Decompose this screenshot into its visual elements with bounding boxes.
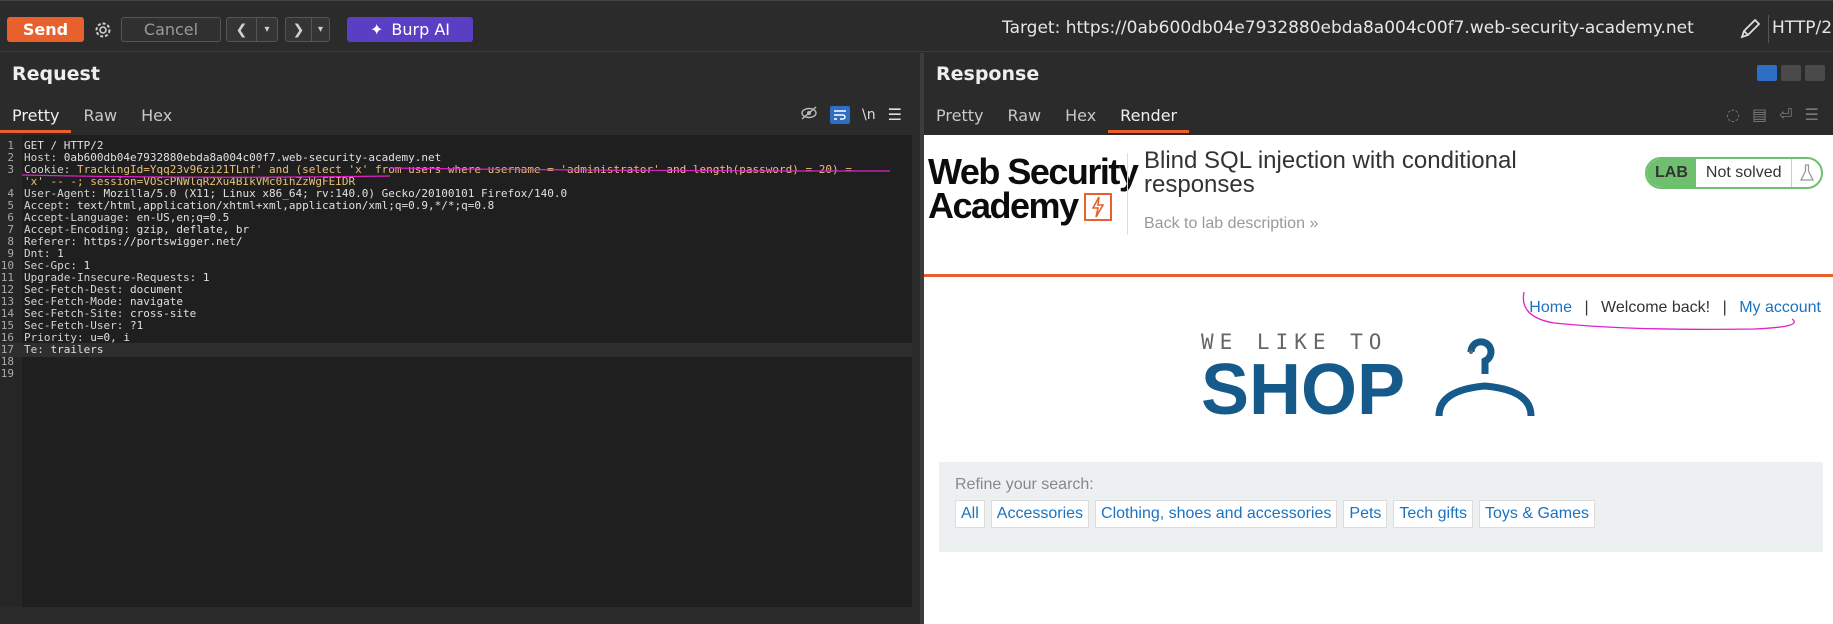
double-chevron-right-icon: » (1309, 215, 1319, 232)
filter-accessories[interactable]: Accessories (990, 500, 1090, 528)
response-pane: Response Pretty Raw Hex Render ◌ ▤ ⏎ ☰ W… (924, 53, 1833, 624)
lab-status: Not solved (1695, 159, 1792, 187)
send-button[interactable]: Send (7, 17, 84, 42)
chevron-down-icon[interactable]: ▾ (312, 18, 329, 41)
logo-line-1: Web Security (928, 151, 1139, 192)
filter-clothing[interactable]: Clothing, shoes and accessories (1095, 500, 1338, 528)
cancel-button[interactable]: Cancel (121, 17, 221, 42)
filter-all[interactable]: All (955, 500, 985, 528)
lightning-icon (1084, 193, 1112, 221)
history-back-group: ❮ ▾ (226, 17, 278, 42)
chevron-down-icon[interactable]: ▾ (257, 18, 277, 41)
response-tabs: Pretty Raw Hex Render (924, 99, 1190, 133)
newline-icon: ⏎ (1779, 105, 1793, 124)
history-forward-group: ❯ ▾ (285, 17, 330, 42)
horizontal-scrollbar[interactable] (0, 607, 912, 615)
main-toolbar: Send Cancel ❮ ▾ ❯ ▾ ✦ Burp AI Target: ht… (0, 0, 1833, 52)
layout-tabs-icon[interactable] (1805, 65, 1825, 81)
tab-render[interactable]: Render (1108, 99, 1190, 133)
header-divider (1127, 153, 1128, 235)
tab-raw[interactable]: Raw (71, 99, 129, 133)
layout-side-by-side-icon[interactable] (1757, 65, 1777, 81)
burp-ai-label: Burp AI (391, 20, 450, 39)
wrap-lines-icon: ▤ (1751, 105, 1768, 124)
request-pane: Request Pretty Raw Hex \n ☰ 1 GET / HTTP/… (0, 53, 920, 624)
annotation-scribble (1522, 291, 1795, 331)
refine-search: Refine your search: All Accessories Clot… (939, 462, 1823, 552)
newline-toggle[interactable]: \n (862, 107, 876, 123)
shop-wordmark: SHOP (1201, 350, 1406, 430)
request-editor[interactable]: 1 GET / HTTP/2 2 Host: 0ab600db04e7932880eb… (0, 135, 912, 615)
wrap-lines-icon[interactable] (830, 105, 850, 124)
filter-pets[interactable]: Pets (1343, 500, 1388, 528)
back-to-lab-link[interactable]: Back to lab description » (1144, 215, 1318, 233)
layout-toggle (1757, 65, 1825, 81)
filter-tech-gifts[interactable]: Tech gifts (1393, 500, 1473, 528)
pencil-icon[interactable] (1737, 16, 1763, 42)
shop-logo: WE LIKE TO SHOP (1201, 330, 1535, 430)
request-title: Request (12, 63, 100, 85)
response-editor-options: ◌ ▤ ⏎ ☰ (1726, 105, 1819, 124)
protocol-label[interactable]: HTTP/2 (1772, 18, 1832, 38)
menu-icon[interactable]: ☰ (1805, 105, 1819, 124)
tab-hex[interactable]: Hex (129, 99, 184, 133)
academy-header: Web Security Academy Blind SQL injection… (924, 135, 1833, 277)
chevron-right-icon[interactable]: ❯ (286, 18, 312, 41)
response-title: Response (936, 63, 1040, 85)
lab-label: LAB (1647, 159, 1696, 187)
eye-slash-icon: ◌ (1726, 105, 1740, 124)
request-tabs: Pretty Raw Hex (0, 99, 184, 133)
layout-stacked-icon[interactable] (1781, 65, 1801, 81)
tab-pretty[interactable]: Pretty (924, 99, 995, 133)
back-link-label: Back to lab description (1144, 215, 1305, 232)
hanger-icon (1435, 338, 1535, 417)
toolbar-divider (1768, 15, 1769, 43)
annotation-underline (21, 167, 891, 178)
lab-status-badge: LAB Not solved (1645, 157, 1824, 189)
lab-title: Blind SQL injection with conditional res… (1144, 147, 1517, 198)
filter-toys-games[interactable]: Toys & Games (1479, 500, 1596, 528)
menu-icon[interactable]: ☰ (888, 105, 902, 124)
request-editor-options: \n ☰ (800, 105, 902, 124)
burp-ai-button[interactable]: ✦ Burp AI (347, 17, 473, 42)
refine-label: Refine your search: (955, 476, 1094, 493)
flask-icon (1791, 159, 1821, 187)
sparkle-icon: ✦ (369, 20, 384, 39)
eye-slash-icon[interactable] (800, 105, 818, 124)
tab-hex[interactable]: Hex (1053, 99, 1108, 133)
target-url[interactable]: Target: https://0ab600db04e7932880ebda8a… (1002, 18, 1694, 38)
rendered-page: Web Security Academy Blind SQL injection… (924, 135, 1833, 624)
category-filters: All Accessories Clothing, shoes and acce… (955, 500, 1596, 528)
chevron-left-icon[interactable]: ❮ (227, 18, 257, 41)
tab-raw[interactable]: Raw (995, 99, 1053, 133)
tab-pretty[interactable]: Pretty (0, 99, 72, 133)
gear-icon[interactable] (90, 17, 116, 42)
